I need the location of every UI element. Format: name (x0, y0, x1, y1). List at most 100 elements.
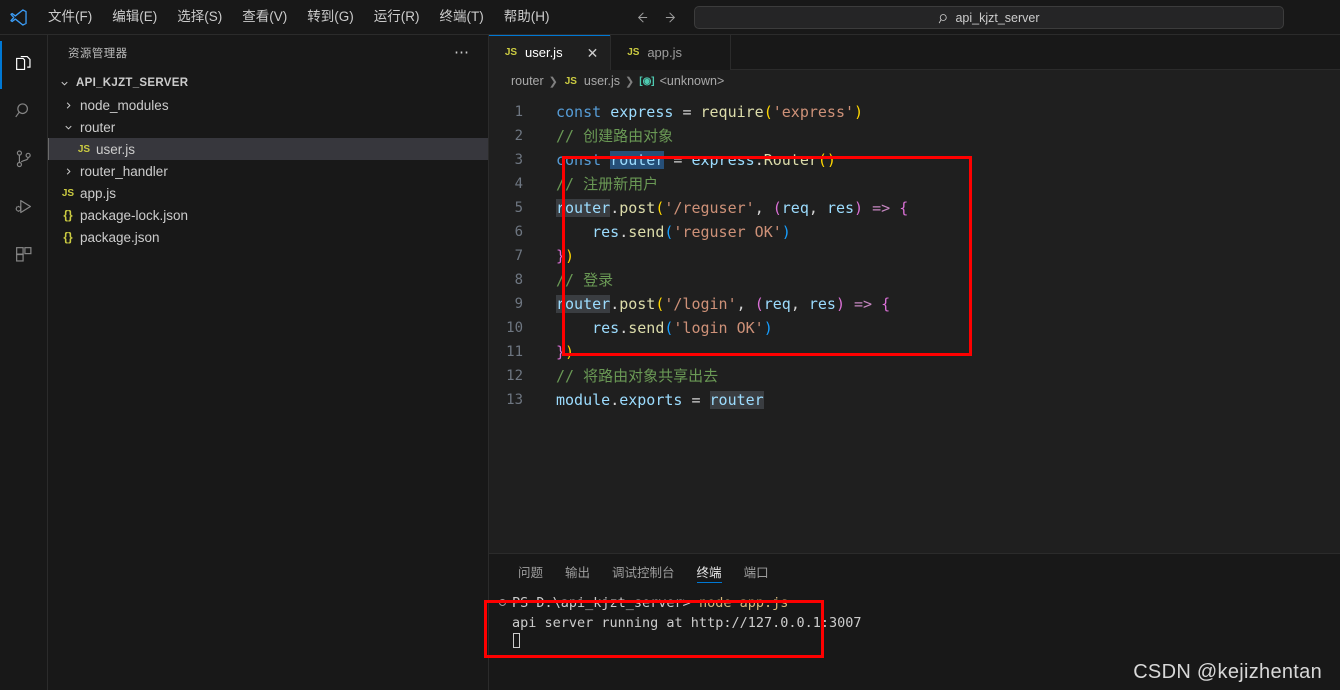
terminal-line-output: api server running at http://127.0.0.1:3… (499, 613, 1340, 633)
line-number: 9 (514, 296, 523, 312)
terminal-line-cursor (499, 633, 1340, 648)
tree-item-label: node_modules (80, 97, 169, 113)
panel-tab-terminal[interactable]: 终端 (686, 554, 733, 589)
arrow-right-icon[interactable] (658, 5, 684, 31)
js-file-icon: JS (504, 47, 518, 58)
code-line-1: 1 const express = require('express') (489, 100, 1340, 124)
line-number: 6 (514, 224, 523, 240)
js-file-icon: JS (564, 75, 577, 87)
code-line-9: 9 router.post('/login', (req, res) => { (489, 292, 1340, 316)
files-icon (13, 52, 35, 79)
code-line-8: 8 // 登录 (489, 268, 1340, 292)
vscode-window: 文件(F) 编辑(E) 选择(S) 查看(V) 转到(G) 运行(R) 终端(T… (0, 0, 1340, 690)
line-number: 2 (514, 128, 523, 144)
breadcrumb-symbol[interactable]: <unknown> (660, 74, 725, 88)
menu-item-go[interactable]: 转到(G) (297, 4, 364, 30)
line-number: 1 (514, 104, 523, 120)
panel-tab-ports[interactable]: 端口 (733, 554, 780, 589)
activity-item-run-debug[interactable] (0, 185, 48, 233)
tree-item-label: router (80, 119, 116, 135)
arrow-left-icon[interactable] (628, 5, 654, 31)
menu-item-file[interactable]: 文件(F) (38, 4, 102, 30)
menu-item-help[interactable]: 帮助(H) (494, 4, 560, 30)
tree-item-package-json[interactable]: {} package.json (48, 226, 488, 248)
code-text: res.send('reguser OK') (592, 223, 791, 241)
code-text: router.post('/login', (req, res) => { (556, 295, 891, 313)
tree-root-api-kjzt-server[interactable]: API_KJZT_SERVER (48, 72, 488, 94)
tree-item-user-js[interactable]: JS user.js (48, 138, 488, 160)
menu-item-select[interactable]: 选择(S) (167, 4, 232, 30)
code-text: const router = express.Router() (556, 151, 836, 169)
code-text: // 将路由对象共享出去 (556, 367, 719, 385)
json-file-icon: {} (63, 230, 73, 244)
chevron-right-icon (60, 100, 76, 111)
code-text: const express = require('express') (556, 103, 864, 121)
tab-app-js[interactable]: JS app.js (611, 35, 732, 70)
close-icon[interactable]: ✕ (587, 46, 599, 60)
title-nav-search: api_kjzt_server (628, 0, 1284, 35)
tree-item-router[interactable]: router (48, 116, 488, 138)
code-line-7: 7 }) (489, 244, 1340, 268)
editor-tab-bar: JS user.js ✕ JS app.js (489, 35, 1340, 70)
explorer-sidebar: 资源管理器 ⋯ API_KJZT_SERVER node_modules rou… (48, 35, 489, 690)
menu-bar: 文件(F) 编辑(E) 选择(S) 查看(V) 转到(G) 运行(R) 终端(T… (36, 4, 560, 30)
panel-tab-bar: 问题 输出 调试控制台 终端 端口 (489, 554, 1340, 589)
code-line-5: 5 router.post('/reguser', (req, res) => … (489, 196, 1340, 220)
extensions-icon (13, 244, 35, 271)
code-text: // 登录 (556, 271, 614, 289)
tree-item-node_modules[interactable]: node_modules (48, 94, 488, 116)
chevron-down-icon (56, 78, 72, 89)
menu-item-edit[interactable]: 编辑(E) (102, 4, 167, 30)
code-line-13: 13 module.exports = router (489, 388, 1340, 412)
tab-label: user.js (525, 45, 563, 60)
tree-item-router_handler[interactable]: router_handler (48, 160, 488, 182)
tree-item-label: package.json (80, 229, 160, 245)
terminal-line-command: PS D:\api_kjzt_server> node app.js (499, 593, 1340, 613)
activity-item-explorer[interactable] (0, 41, 48, 89)
code-text: router.post('/reguser', (req, res) => { (556, 199, 909, 217)
tree-root-label: API_KJZT_SERVER (76, 77, 189, 89)
panel-tab-debug-console[interactable]: 调试控制台 (601, 554, 686, 589)
run-debug-icon (13, 196, 35, 223)
menu-item-view[interactable]: 查看(V) (232, 4, 297, 30)
code-line-4: 4 // 注册新用户 (489, 172, 1340, 196)
line-number: 13 (506, 392, 523, 408)
activity-item-source-control[interactable] (0, 137, 48, 185)
tree-item-label: package-lock.json (80, 207, 189, 223)
breadcrumb-folder[interactable]: router (511, 74, 544, 88)
code-text: // 创建路由对象 (556, 127, 674, 145)
terminal-status-icon (499, 599, 506, 606)
menu-item-run[interactable]: 运行(R) (364, 4, 430, 30)
breadcrumb-file[interactable]: user.js (584, 74, 620, 88)
js-file-icon: JS (627, 47, 640, 58)
search-icon (13, 100, 35, 127)
json-file-icon: {} (63, 208, 73, 222)
chevron-right-icon: ❯ (548, 75, 558, 88)
panel-tab-problems[interactable]: 问题 (507, 554, 554, 589)
tab-user-js[interactable]: JS user.js ✕ (489, 35, 612, 70)
chevron-right-icon (60, 166, 76, 177)
search-icon (938, 12, 950, 24)
chevron-down-icon (60, 122, 76, 133)
activity-item-extensions[interactable] (0, 233, 48, 281)
code-line-10: 10 res.send('login OK') (489, 316, 1340, 340)
more-actions-icon[interactable]: ⋯ (454, 45, 470, 60)
explorer-title: 资源管理器 (68, 47, 128, 60)
activity-item-search[interactable] (0, 89, 48, 137)
tree-item-package-lock-json[interactable]: {} package-lock.json (48, 204, 488, 226)
panel-tab-output[interactable]: 输出 (554, 554, 601, 589)
chevron-right-icon: ❯ (625, 75, 635, 88)
code-text: res.send('login OK') (592, 319, 773, 337)
code-editor[interactable]: 1 const express = require('express') 2 /… (489, 92, 1340, 553)
explorer-header: 资源管理器 ⋯ (48, 35, 488, 70)
tree-item-app-js[interactable]: JS app.js (48, 182, 488, 204)
search-input[interactable]: api_kjzt_server (694, 6, 1284, 29)
editor-area: JS user.js ✕ JS app.js router ❯ JS user.… (484, 35, 1340, 690)
activity-bar (0, 35, 48, 690)
js-file-icon: JS (61, 187, 75, 199)
tree-item-label: app.js (80, 185, 117, 201)
menu-item-terminal[interactable]: 终端(T) (430, 4, 494, 30)
terminal-command: node app.js (698, 595, 789, 611)
code-line-2: 2 // 创建路由对象 (489, 124, 1340, 148)
code-text: }) (556, 343, 575, 361)
